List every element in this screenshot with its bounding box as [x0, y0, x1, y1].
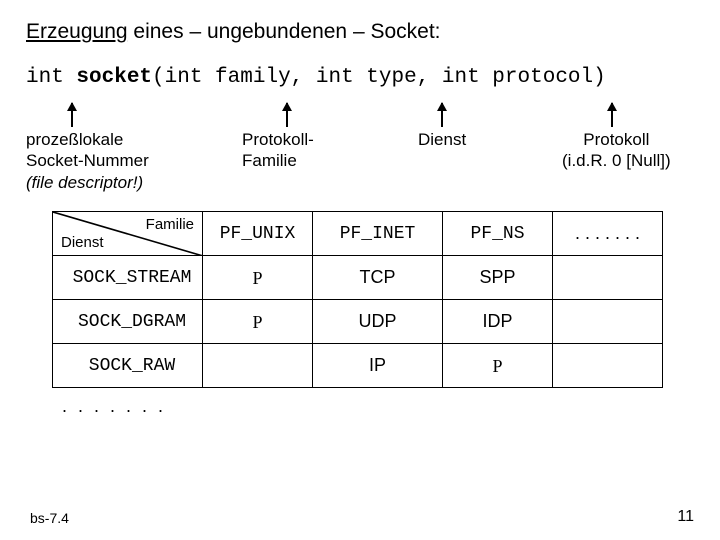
table-corner: Familie Dienst: [53, 212, 203, 256]
corner-dienst: Dienst: [61, 234, 104, 251]
row-hdr-1: SOCK_DGRAM: [53, 300, 203, 344]
function-signature: int socket(int family, int type, int pro…: [26, 66, 694, 89]
label-3a: Dienst: [418, 130, 466, 149]
label-1a: prozeßlokale: [26, 130, 123, 149]
cell-0-3: [553, 256, 663, 300]
row-hdr-0: SOCK_STREAM: [53, 256, 203, 300]
label-3: Dienst: [418, 129, 466, 150]
sig-fn: socket: [76, 66, 152, 89]
cell-2-3: [553, 344, 663, 388]
arrow-4: [611, 103, 613, 127]
label-4b: (i.d.R. 0 [Null]): [562, 151, 671, 170]
labels-row: prozeßlokale Socket-Nummer (file descrip…: [26, 129, 694, 199]
cell-1-2: IDP: [443, 300, 553, 344]
label-2a: Protokoll-: [242, 130, 314, 149]
cell-0-2: SPP: [443, 256, 553, 300]
col-hdr-3: . . . . . . .: [553, 212, 663, 256]
footer-right: 11: [677, 508, 694, 526]
table-row: SOCK_RAW IP P: [53, 344, 663, 388]
col-hdr-0: PF_UNIX: [203, 212, 313, 256]
label-1: prozeßlokale Socket-Nummer (file descrip…: [26, 129, 149, 193]
arrow-1: [71, 103, 73, 127]
label-4a: Protokoll: [583, 130, 649, 149]
table-row: SOCK_DGRAM P UDP IDP: [53, 300, 663, 344]
label-4: Protokoll (i.d.R. 0 [Null]): [562, 129, 671, 172]
cell-0-1: TCP: [313, 256, 443, 300]
title-rest: eines – ungebundenen – Socket:: [128, 20, 441, 43]
label-2b: Familie: [242, 151, 297, 170]
cell-2-1: IP: [313, 344, 443, 388]
table-row: SOCK_STREAM P TCP SPP: [53, 256, 663, 300]
cell-0-0: P: [203, 256, 313, 300]
cell-2-2: P: [443, 344, 553, 388]
cell-1-3: [553, 300, 663, 344]
arrow-3: [441, 103, 443, 127]
title-underlined: Erzeugung: [26, 20, 128, 43]
sig-params: (int family, int type, int protocol): [152, 66, 606, 89]
cell-1-0: P: [203, 300, 313, 344]
table-continuation-dots: . . . . . . .: [62, 396, 694, 417]
sig-ret: int: [26, 66, 76, 89]
protocol-table: Familie Dienst PF_UNIX PF_INET PF_NS . .…: [52, 211, 663, 388]
label-1c: (file descriptor!): [26, 173, 143, 192]
arrow-2: [286, 103, 288, 127]
arrow-zone: [26, 99, 694, 127]
col-hdr-2: PF_NS: [443, 212, 553, 256]
row-hdr-2: SOCK_RAW: [53, 344, 203, 388]
label-1b: Socket-Nummer: [26, 151, 149, 170]
corner-familie: Familie: [146, 216, 194, 233]
label-2: Protokoll- Familie: [242, 129, 314, 172]
slide-title: Erzeugung eines – ungebundenen – Socket:: [26, 20, 694, 44]
cell-2-0: [203, 344, 313, 388]
cell-1-1: UDP: [313, 300, 443, 344]
col-hdr-1: PF_INET: [313, 212, 443, 256]
footer-left: bs-7.4: [30, 510, 69, 526]
